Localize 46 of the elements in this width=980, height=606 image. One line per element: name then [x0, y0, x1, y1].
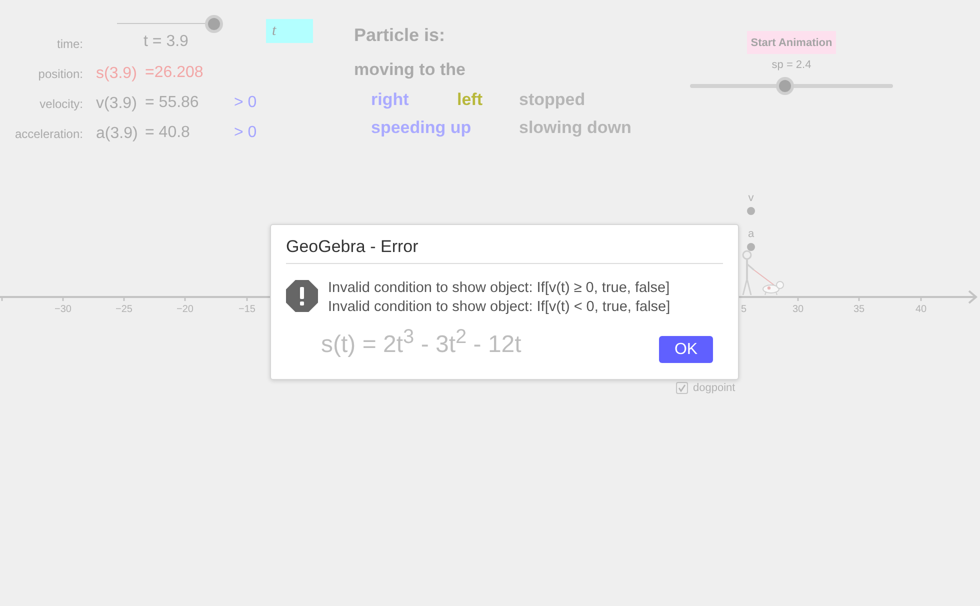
- direction-heading: moving to the: [354, 59, 466, 81]
- checkbox-label: dogpoint: [693, 382, 736, 394]
- sign-text: > 0: [234, 124, 257, 142]
- formula-text: s(t) = 2t$^{3}$ - 3t$^{2}$ - 12t: [321, 325, 522, 359]
- point-marker: [747, 243, 755, 251]
- slider-thumb[interactable]: [776, 77, 794, 95]
- quantity-label: velocity:: [38, 97, 83, 111]
- sign-text: > 0: [234, 94, 257, 112]
- error-message: Invalid condition to show object: If[v(t) < 0, true, false]: [328, 298, 670, 317]
- tick-label: −20: [176, 304, 194, 315]
- quantity-label: position:: [37, 67, 83, 81]
- tick-label: −15: [238, 304, 256, 315]
- change-option: slowing down: [519, 117, 632, 139]
- error-message: Invalid condition to show object: If[v(t) ≥ 0, true, false]: [328, 279, 670, 298]
- error-icon: [286, 280, 318, 312]
- tick-label: 35: [853, 304, 865, 315]
- tick-label: 5: [741, 304, 747, 315]
- point-label: v: [748, 192, 754, 204]
- direction-option: stopped: [519, 89, 632, 111]
- direction-option: right: [371, 89, 457, 111]
- direction-option: left: [457, 89, 519, 111]
- particle-title: Particle is:: [354, 24, 446, 46]
- point-marker: [747, 207, 755, 215]
- checkbox[interactable]: [676, 382, 688, 394]
- change-option: speeding up: [371, 117, 519, 139]
- tick-label: −25: [116, 304, 132, 315]
- tick-label: 40: [915, 304, 927, 315]
- expression-text: v(3.9): [96, 95, 138, 113]
- quantity-label: acceleration:: [14, 127, 83, 141]
- slider-value-label: t = 3.9: [144, 33, 188, 51]
- expression-text: a(3.9): [96, 125, 139, 143]
- slider-thumb[interactable]: [205, 15, 224, 33]
- person-walking-dog-drawing: [741, 250, 785, 296]
- value-text: =26.208: [145, 64, 204, 82]
- value-text: = 40.8: [145, 124, 191, 142]
- value-text: = 55.86: [145, 94, 200, 112]
- dialog-title: GeoGebra - Error: [286, 235, 723, 264]
- tick-label: −30: [54, 304, 72, 315]
- speed-label: sp = 2.4: [772, 58, 812, 72]
- ok-button[interactable]: OK: [659, 336, 713, 363]
- point-label: a: [748, 228, 754, 240]
- time-label: time:: [56, 37, 83, 51]
- tick-label: 30: [792, 304, 804, 315]
- input-field[interactable]: t: [266, 19, 313, 43]
- start-animation-button[interactable]: Start Animation: [746, 31, 836, 54]
- expression-text: s(3.9): [96, 65, 138, 83]
